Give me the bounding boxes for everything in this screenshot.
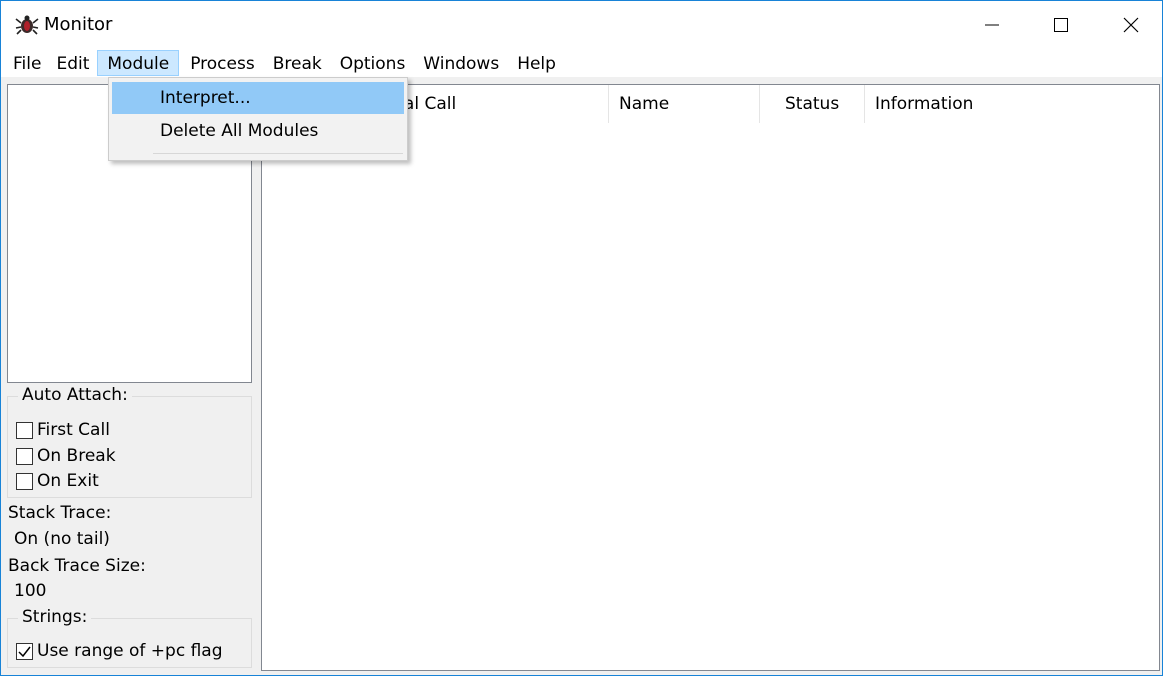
checkmark-icon [18,646,31,657]
on-exit-checkbox[interactable]: On Exit [16,471,99,491]
on-break-label: On Break [37,446,116,466]
menu-item-interpret[interactable]: Interpret... [112,82,404,114]
stack-trace-value[interactable]: On (no tail) [14,529,110,549]
close-button[interactable] [1096,1,1164,49]
menu-break[interactable]: Break [266,50,329,76]
maximize-button[interactable] [1026,1,1096,49]
checkbox-box[interactable] [16,421,33,439]
menu-process[interactable]: Process [183,50,262,76]
column-header-information[interactable]: Information [865,85,1159,123]
use-range-pc-checkbox[interactable]: Use range of +pc flag [16,641,223,661]
on-break-checkbox[interactable]: On Break [16,446,116,466]
column-header-name[interactable]: Name [609,85,760,123]
menu-file[interactable]: File [6,50,48,76]
menu-separator [153,153,403,154]
strings-title: Strings: [18,607,92,627]
menu-options[interactable]: Options [333,50,413,76]
minimize-button[interactable] [957,1,1027,49]
checkbox-box[interactable] [16,472,33,490]
menu-module[interactable]: Module [97,50,180,76]
stack-trace-label: Stack Trace: [8,503,112,523]
strings-group: Strings: Use range of +pc flag [7,607,252,668]
on-exit-label: On Exit [37,471,99,491]
menu-item-delete-all-modules[interactable]: Delete All Modules [112,115,404,147]
column-header-status[interactable]: Status [760,85,865,123]
first-call-label: First Call [37,420,110,440]
back-trace-value[interactable]: 100 [14,581,46,601]
menu-windows[interactable]: Windows [416,50,506,76]
insect-app-icon [15,14,39,36]
monitor-window: Monitor File Edit Module Process Break O… [0,0,1163,676]
menu-help[interactable]: Help [510,50,563,76]
auto-attach-group: Auto Attach: First Call On Break On Exit [7,385,252,498]
checkbox-box[interactable] [16,642,33,660]
window-title: Monitor [44,14,113,35]
checkbox-box[interactable] [16,447,33,465]
use-range-pc-label: Use range of +pc flag [37,641,223,661]
module-dropdown-menu: Interpret... Delete All Modules [108,77,408,161]
process-table[interactable]: Initial Call Name Status Information [261,84,1160,671]
maximize-icon [1054,18,1068,32]
close-icon [1123,17,1139,33]
first-call-checkbox[interactable]: First Call [16,420,110,440]
title-bar: Monitor [1,1,1162,49]
back-trace-label: Back Trace Size: [8,556,146,576]
menu-edit[interactable]: Edit [49,50,96,76]
menu-bar: File Edit Module Process Break Options W… [1,49,1162,77]
minimize-icon [985,24,999,26]
auto-attach-title: Auto Attach: [18,385,132,405]
